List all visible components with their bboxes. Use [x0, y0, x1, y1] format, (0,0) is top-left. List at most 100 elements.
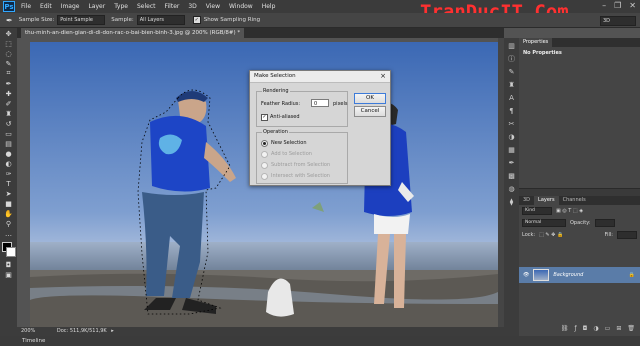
tab-layers[interactable]: Layers — [534, 196, 559, 205]
clone-stamp-tool-icon[interactable]: ♜ — [4, 109, 13, 118]
zoom-level[interactable]: 200% — [21, 328, 35, 334]
layer-name: Background — [553, 272, 584, 278]
menu-layer[interactable]: Layer — [88, 3, 105, 10]
styles-icon[interactable]: ▦ — [507, 146, 516, 155]
group-folder-icon[interactable]: ▭ — [605, 325, 611, 334]
trash-icon[interactable]: 🗑 — [627, 325, 635, 334]
restore-icon[interactable]: ❐ — [614, 1, 621, 10]
adjustments-icon[interactable]: ◑ — [507, 133, 516, 142]
timeline-tab[interactable]: Timeline — [22, 338, 45, 344]
photoshop-logo: Ps — [3, 1, 15, 12]
feather-label: Feather Radius: — [261, 101, 301, 107]
background-color[interactable] — [6, 247, 16, 257]
histogram-icon[interactable]: ▥ — [507, 42, 516, 51]
pen-tool-icon[interactable]: ✑ — [4, 169, 13, 178]
right-panels: Properties No Properties 3D Layers Chann… — [519, 38, 640, 336]
eyedropper-tool-icon[interactable]: ✒ — [6, 16, 13, 25]
fill-field[interactable] — [617, 231, 637, 239]
info-icon[interactable]: ⓘ — [507, 55, 516, 64]
hand-tool-icon[interactable]: ✋ — [4, 209, 13, 218]
eyedropper-icon[interactable]: ✒ — [4, 79, 13, 88]
blend-opacity-row: Normal Opacity: — [519, 217, 640, 229]
eraser-tool-icon[interactable]: ▭ — [4, 129, 13, 138]
menu-select[interactable]: Select — [137, 3, 156, 10]
more-tools-icon[interactable]: … — [4, 229, 13, 238]
feather-radius-input[interactable]: 0 — [311, 99, 329, 107]
quick-mask-icon[interactable]: ◘ — [4, 260, 13, 269]
new-selection-radio[interactable] — [261, 140, 268, 147]
menu-3d[interactable]: 3D — [188, 3, 196, 10]
close-icon[interactable]: ✕ — [629, 1, 636, 10]
dialog-title-bar[interactable]: Make Selection × — [250, 71, 390, 83]
mask-icon[interactable]: ◘ — [583, 325, 588, 334]
adjustment-layer-icon[interactable]: ◑ — [593, 325, 598, 334]
new-selection-label: New Selection — [271, 140, 307, 146]
healing-tool-icon[interactable]: ✚ — [4, 89, 13, 98]
anti-aliased-checkbox[interactable]: ✓ — [261, 114, 268, 121]
shape-tool-icon[interactable]: ■ — [4, 199, 13, 208]
character-icon[interactable]: A — [507, 94, 516, 103]
path-select-tool-icon[interactable]: ➤ — [4, 189, 13, 198]
add-selection-radio[interactable] — [261, 151, 268, 158]
tab-channels[interactable]: Channels — [559, 196, 590, 205]
3d-icon[interactable]: ⧫ — [507, 198, 516, 207]
menu-file[interactable]: File — [21, 3, 31, 10]
blur-tool-icon[interactable]: ● — [4, 149, 13, 158]
screen-mode-icon[interactable]: ▣ — [4, 270, 13, 279]
opacity-field[interactable] — [594, 219, 615, 227]
link-icon[interactable]: ⛓ — [561, 325, 569, 334]
operation-group: Operation New Selection Add to Selection… — [256, 129, 348, 184]
color-icon[interactable]: ◍ — [507, 185, 516, 194]
swatches-icon[interactable]: ▩ — [507, 172, 516, 181]
workspace-select[interactable]: 3D — [600, 16, 636, 26]
gradient-tool-icon[interactable]: ▤ — [4, 139, 13, 148]
filter-icons[interactable]: ▣ ◎ T ⬚ ◈ — [556, 208, 583, 214]
type-tool-icon[interactable]: T — [4, 179, 13, 188]
zoom-tool-icon[interactable]: ⚲ — [4, 219, 13, 228]
close-icon[interactable]: × — [380, 71, 386, 82]
menu-view[interactable]: View — [206, 3, 220, 10]
history-brush-tool-icon[interactable]: ↺ — [4, 119, 13, 128]
show-ring-checkbox[interactable]: ✓ — [192, 16, 201, 24]
paths-icon[interactable]: ✒ — [507, 159, 516, 168]
ok-button[interactable]: OK — [354, 93, 386, 104]
clone-source-icon[interactable]: ♜ — [507, 81, 516, 90]
blend-mode-select[interactable]: Normal — [522, 219, 566, 227]
lasso-tool-icon[interactable]: ◌ — [4, 49, 13, 58]
menu-window[interactable]: Window — [229, 3, 253, 10]
doc-info[interactable]: Doc: 511,9K/511,9K — [57, 328, 107, 334]
brush-tool-icon[interactable]: ✐ — [4, 99, 13, 108]
paragraph-icon[interactable]: ¶ — [507, 107, 516, 116]
menu-image[interactable]: Image — [61, 3, 80, 10]
cancel-button[interactable]: Cancel — [354, 106, 386, 117]
lock-icons[interactable]: ⬚ ✎ ✥ 🔒 — [539, 232, 563, 238]
fx-icon[interactable]: ƒ — [575, 325, 577, 334]
move-tool-icon[interactable]: ✥ — [4, 29, 13, 38]
sample-select[interactable]: All Layers — [136, 15, 185, 25]
layer-row-background[interactable]: 👁 Background 🔒 — [519, 267, 640, 283]
color-swatches[interactable] — [1, 241, 16, 257]
menu-help[interactable]: Help — [262, 3, 276, 10]
brush-presets-icon[interactable]: ✎ — [507, 68, 516, 77]
operation-legend: Operation — [262, 129, 289, 135]
dodge-tool-icon[interactable]: ◐ — [4, 159, 13, 168]
crop-tool-icon[interactable]: ⌗ — [4, 69, 13, 78]
minimize-icon[interactable]: – — [602, 1, 606, 10]
menu-edit[interactable]: Edit — [40, 3, 52, 10]
tool-presets-icon[interactable]: ✂ — [507, 120, 516, 129]
doc-info-arrow-icon[interactable]: ▸ — [111, 328, 114, 334]
visibility-eye-icon[interactable]: 👁 — [523, 272, 529, 278]
new-layer-icon[interactable]: ⊞ — [616, 325, 621, 334]
tab-3d[interactable]: 3D — [519, 196, 534, 205]
intersect-selection-radio[interactable] — [261, 173, 268, 180]
quick-select-tool-icon[interactable]: ✎ — [4, 59, 13, 68]
sample-size-select[interactable]: Point Sample — [57, 15, 106, 25]
menu-type[interactable]: Type — [114, 3, 128, 10]
menu-filter[interactable]: Filter — [165, 3, 180, 10]
kind-filter-select[interactable]: Kind — [522, 207, 552, 215]
layers-footer: ⛓ ƒ ◘ ◑ ▭ ⊞ 🗑 — [519, 325, 640, 334]
tab-properties[interactable]: Properties — [519, 38, 553, 47]
subtract-selection-radio[interactable] — [261, 162, 268, 169]
document-tab[interactable]: thu-minh-an-dien-gian-di-di-don-rac-o-ba… — [21, 28, 245, 38]
marquee-tool-icon[interactable]: ⬚ — [4, 39, 13, 48]
